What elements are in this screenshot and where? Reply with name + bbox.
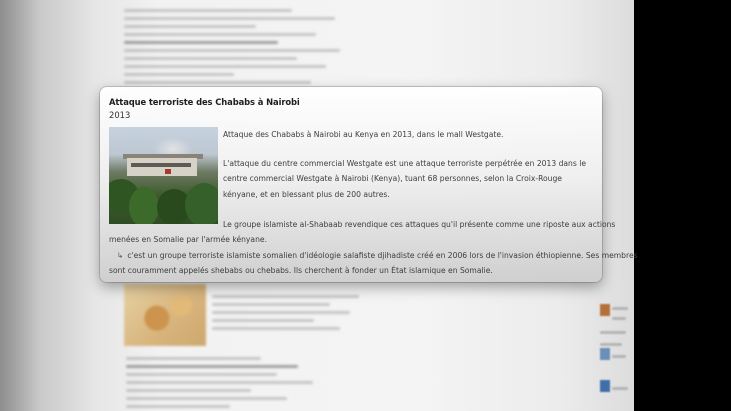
blurred-text-block: [212, 290, 372, 335]
group-note-line2: sont couramment appelés shebabs ou cheba…: [109, 266, 493, 275]
blurred-text-block: [126, 352, 386, 411]
photo-building: [127, 158, 197, 176]
photo-tree: [129, 187, 159, 224]
summary-line: Attaque des Chababs à Nairobi au Kenya e…: [223, 130, 504, 139]
card-photo[interactable]: [109, 127, 218, 224]
card-title[interactable]: Attaque terroriste des Chababs à Nairobi: [109, 97, 300, 107]
photo-tree: [185, 183, 218, 224]
description-paragraph: L'attaque du centre commercial Westgate …: [223, 159, 587, 199]
blurred-text-block: [124, 4, 364, 97]
screen-edge: [634, 0, 731, 411]
blurred-map-image: [124, 284, 206, 346]
photo-sign: [165, 169, 171, 174]
group-note-line1: ↳ c'est un groupe terroriste islamiste so…: [117, 248, 638, 263]
hover-preview-card[interactable]: Attaque terroriste des Chababs à Nairobi…: [100, 87, 638, 282]
reply-arrow-icon: ↳: [117, 251, 124, 260]
claim-paragraph-line2: menées en Somalie par l'armée kényane.: [109, 235, 267, 244]
group-note-text: c'est un groupe terroriste islamiste som…: [127, 251, 638, 260]
blurred-sidebar-column: [598, 296, 630, 406]
card-year: 2013: [109, 110, 131, 120]
claim-paragraph-line1: Le groupe islamiste al-Shabaab revendiqu…: [223, 220, 616, 229]
photo-windows: [131, 163, 191, 167]
